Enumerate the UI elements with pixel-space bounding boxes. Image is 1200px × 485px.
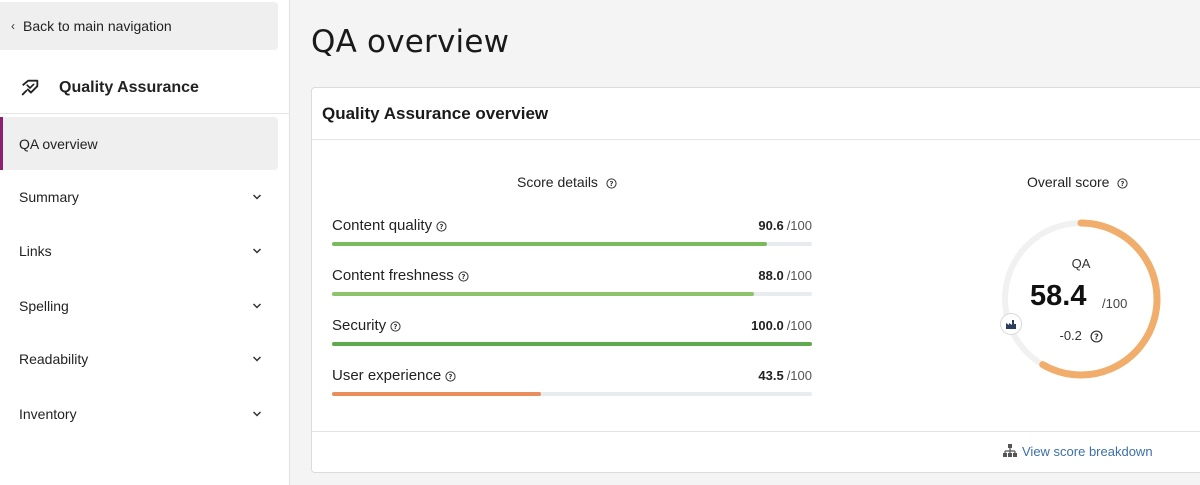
history-chart-button[interactable] xyxy=(1000,313,1022,335)
metric-progress-track xyxy=(332,342,812,346)
help-icon[interactable]: ? xyxy=(1090,330,1103,343)
sidebar-item-summary[interactable]: Summary xyxy=(0,177,278,217)
chevron-left-icon: ‹ xyxy=(11,19,15,33)
metric-label: Content freshness? xyxy=(332,267,469,284)
chevron-down-icon xyxy=(252,411,262,417)
chevron-down-icon xyxy=(252,356,262,362)
sidebar-item-label: QA overview xyxy=(19,135,98,152)
sidebar-section-header: Quality Assurance xyxy=(0,62,290,114)
metric-content-freshness: Content freshness? 88.0/100 xyxy=(332,267,812,303)
back-to-main-navigation-button[interactable]: ‹ Back to main navigation xyxy=(0,2,278,50)
gauge-label: QA xyxy=(1071,256,1091,271)
view-score-breakdown-link[interactable]: View score breakdown xyxy=(1002,443,1153,459)
back-label: Back to main navigation xyxy=(23,18,172,34)
svg-text:?: ? xyxy=(394,322,398,330)
overall-score-heading: Overall score ? xyxy=(1027,174,1128,190)
factory-icon xyxy=(1006,320,1016,329)
metric-max: /100 xyxy=(786,268,812,283)
metric-score: 88.0 xyxy=(758,268,784,283)
card-footer: View score breakdown xyxy=(312,431,1200,473)
metric-user-experience: User experience? 43.5/100 xyxy=(332,367,812,403)
card-title: Quality Assurance overview xyxy=(312,88,1200,140)
hierarchy-icon xyxy=(1003,444,1017,457)
page-title: QA overview xyxy=(311,24,510,60)
sidebar-item-label: Links xyxy=(19,243,52,259)
sidebar-item-label: Summary xyxy=(19,189,79,205)
chevron-down-icon xyxy=(252,194,262,200)
sidebar: ‹ Back to main navigation Quality Assura… xyxy=(0,0,290,485)
chevron-down-icon xyxy=(252,248,262,254)
metric-value: 100.0/100 xyxy=(751,318,812,333)
svg-text:?: ? xyxy=(1121,180,1125,188)
help-icon[interactable]: ? xyxy=(458,270,469,282)
svg-text:?: ? xyxy=(461,272,465,280)
help-icon[interactable]: ? xyxy=(445,370,456,382)
metric-label-text: Security xyxy=(332,317,387,334)
metric-progress-track xyxy=(332,292,812,296)
metric-progress-track xyxy=(332,242,812,246)
overall-score-max: /100 xyxy=(1102,296,1128,311)
sidebar-item-spelling[interactable]: Spelling xyxy=(0,286,278,326)
metric-content-quality: Content quality? 90.6/100 xyxy=(332,217,812,253)
sidebar-item-links[interactable]: Links xyxy=(0,231,278,271)
chevron-down-icon xyxy=(252,303,262,309)
view-score-breakdown-label: View score breakdown xyxy=(1022,443,1153,459)
help-icon[interactable]: ? xyxy=(390,320,401,332)
overall-score-value: 58.4 xyxy=(1030,280,1087,312)
metric-label: User experience? xyxy=(332,367,456,384)
svg-text:?: ? xyxy=(449,372,453,380)
svg-text:?: ? xyxy=(1094,331,1099,341)
metric-value: 88.0/100 xyxy=(758,268,812,283)
help-icon[interactable]: ? xyxy=(606,178,617,189)
metric-progress-fill xyxy=(332,342,812,346)
help-icon[interactable]: ? xyxy=(436,220,447,232)
metric-max: /100 xyxy=(786,318,812,333)
svg-text:?: ? xyxy=(440,222,444,230)
metric-label-text: Content freshness xyxy=(332,267,454,284)
metric-score: 90.6 xyxy=(758,218,784,233)
sidebar-item-label: Inventory xyxy=(19,406,77,422)
metric-value: 90.6/100 xyxy=(758,218,812,233)
metric-score: 100.0 xyxy=(751,318,784,333)
sidebar-item-qa-overview[interactable]: QA overview xyxy=(0,117,278,170)
sidebar-item-inventory[interactable]: Inventory xyxy=(0,394,278,434)
metric-progress-fill xyxy=(332,392,541,396)
metric-max: /100 xyxy=(786,218,812,233)
metric-label: Content quality? xyxy=(332,217,447,234)
metric-label: Security? xyxy=(332,317,401,334)
overall-score-label: Overall score xyxy=(1027,174,1110,190)
sidebar-section-title: Quality Assurance xyxy=(59,78,199,96)
metric-progress-track xyxy=(332,392,812,396)
sidebar-item-readability[interactable]: Readability xyxy=(0,339,278,379)
score-details-heading: Score details ? xyxy=(517,174,617,190)
metric-label-text: Content quality xyxy=(332,217,433,234)
sidebar-item-label: Spelling xyxy=(19,298,69,314)
score-delta: -0.2 ? xyxy=(1000,328,1162,343)
svg-text:?: ? xyxy=(609,180,613,188)
quality-assurance-icon xyxy=(21,79,39,95)
score-delta-value: -0.2 xyxy=(1059,328,1082,343)
metric-max: /100 xyxy=(786,368,812,383)
qa-overview-card: Quality Assurance overview Score details… xyxy=(311,87,1200,473)
metric-score: 43.5 xyxy=(758,368,784,383)
score-details-label: Score details xyxy=(517,174,598,190)
metric-label-text: User experience xyxy=(332,367,442,384)
metric-progress-fill xyxy=(332,292,755,296)
overall-score-readout: QA 58.4 /100 -0.2 ? xyxy=(1000,218,1162,380)
help-icon[interactable]: ? xyxy=(1117,178,1128,189)
metric-progress-fill xyxy=(332,242,767,246)
metric-value: 43.5/100 xyxy=(758,368,812,383)
sidebar-item-label: Readability xyxy=(19,351,89,367)
metric-security: Security? 100.0/100 xyxy=(332,317,812,353)
